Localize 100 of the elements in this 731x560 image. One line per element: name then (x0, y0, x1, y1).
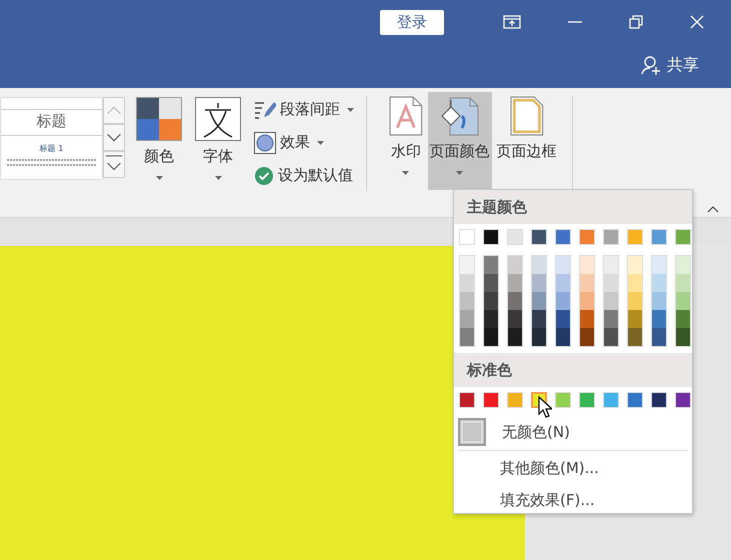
color-swatch[interactable] (508, 274, 522, 292)
color-swatch[interactable] (676, 274, 690, 292)
color-swatch[interactable] (652, 256, 666, 274)
color-swatch[interactable] (580, 274, 594, 292)
color-swatch[interactable] (676, 256, 690, 274)
color-swatch[interactable] (675, 392, 691, 408)
color-swatch[interactable] (603, 229, 619, 245)
color-swatch[interactable] (556, 256, 570, 274)
color-swatch[interactable] (676, 328, 690, 346)
colors-button[interactable]: 颜色 (136, 96, 182, 180)
color-swatch[interactable] (556, 328, 570, 346)
color-swatch[interactable] (604, 310, 618, 328)
color-swatch[interactable] (484, 292, 498, 310)
color-swatch[interactable] (676, 310, 690, 328)
ribbon-display-icon[interactable] (503, 15, 521, 29)
color-swatch[interactable] (627, 229, 643, 245)
color-swatch[interactable] (579, 229, 595, 245)
color-swatch[interactable] (556, 310, 570, 328)
color-swatch[interactable] (628, 274, 642, 292)
set-default-button[interactable]: 设为默认值 (252, 162, 356, 189)
color-swatch[interactable] (484, 328, 498, 346)
color-swatch[interactable] (531, 229, 547, 245)
add-person-icon (641, 55, 663, 75)
color-swatch[interactable] (651, 229, 667, 245)
scroll-down-icon[interactable] (103, 124, 125, 151)
close-icon[interactable] (690, 15, 704, 29)
more-styles-icon[interactable] (103, 151, 125, 178)
color-swatch[interactable] (604, 328, 618, 346)
color-swatch[interactable] (483, 392, 499, 408)
color-swatch[interactable] (652, 274, 666, 292)
color-swatch[interactable] (675, 229, 691, 245)
color-swatch[interactable] (532, 274, 546, 292)
color-swatch[interactable] (460, 292, 474, 310)
dropdown-caret-icon (156, 176, 162, 180)
check-circle-icon (254, 166, 274, 186)
color-swatch[interactable] (555, 392, 571, 408)
page-color-button[interactable]: 页面颜色 (428, 92, 492, 190)
color-swatch[interactable] (460, 310, 474, 328)
color-swatch[interactable] (460, 328, 474, 346)
menu-item[interactable]: 其他颜色(M)... (454, 453, 692, 483)
color-swatch[interactable] (627, 392, 643, 408)
watermark-button[interactable]: 水印 (387, 92, 425, 190)
color-swatch[interactable] (579, 392, 595, 408)
color-swatch[interactable] (507, 392, 523, 408)
color-swatch[interactable] (580, 292, 594, 310)
color-swatch[interactable] (604, 292, 618, 310)
paragraph-spacing-button[interactable]: 段落间距 (252, 96, 356, 123)
color-swatch[interactable] (459, 392, 475, 408)
color-swatch[interactable] (652, 328, 666, 346)
color-swatch[interactable] (556, 292, 570, 310)
color-swatch[interactable] (580, 256, 594, 274)
color-swatch[interactable] (676, 292, 690, 310)
character-icon (195, 97, 241, 141)
color-swatch[interactable] (580, 328, 594, 346)
color-swatch[interactable] (484, 256, 498, 274)
color-swatch[interactable] (508, 328, 522, 346)
collapse-ribbon-icon[interactable] (707, 206, 719, 213)
color-swatch[interactable] (628, 256, 642, 274)
color-swatch[interactable] (628, 328, 642, 346)
color-swatch[interactable] (532, 310, 546, 328)
color-swatch[interactable] (483, 229, 499, 245)
color-swatch[interactable] (604, 274, 618, 292)
color-swatch[interactable] (460, 274, 474, 292)
spacing-brush-icon (254, 100, 276, 120)
share-button[interactable]: 共享 (641, 54, 699, 76)
color-swatch[interactable] (460, 256, 474, 274)
color-swatch[interactable] (508, 292, 522, 310)
mouse-pointer-icon (538, 396, 552, 418)
color-swatch[interactable] (507, 229, 523, 245)
effects-button[interactable]: 效果 (252, 129, 356, 156)
color-swatch[interactable] (652, 292, 666, 310)
page-border-icon (510, 96, 544, 136)
fonts-button[interactable]: 字体 (195, 96, 241, 180)
color-swatch[interactable] (484, 310, 498, 328)
restore-icon[interactable] (629, 15, 643, 29)
circle-icon (254, 132, 276, 154)
color-swatch[interactable] (508, 310, 522, 328)
page-borders-button[interactable]: 页面边框 (494, 92, 559, 190)
empty-swatch-icon (458, 418, 486, 446)
color-swatch[interactable] (628, 292, 642, 310)
color-swatch[interactable] (532, 256, 546, 274)
color-swatch[interactable] (459, 229, 475, 245)
color-swatch[interactable] (556, 274, 570, 292)
color-swatch[interactable] (652, 310, 666, 328)
color-swatch[interactable] (532, 292, 546, 310)
document-letter-icon (389, 96, 423, 136)
color-swatch[interactable] (508, 256, 522, 274)
menu-item[interactable]: 填充效果(F)... (454, 485, 692, 515)
no-color-item[interactable]: 无颜色(N) (454, 413, 692, 447)
color-swatch[interactable] (603, 392, 619, 408)
color-swatch[interactable] (651, 392, 667, 408)
color-swatch[interactable] (628, 310, 642, 328)
color-swatch[interactable] (555, 229, 571, 245)
sign-in-button[interactable]: 登录 (380, 10, 444, 34)
color-swatch[interactable] (580, 310, 594, 328)
gallery-subheading: 标题 1 (40, 143, 64, 154)
color-swatch[interactable] (532, 328, 546, 346)
color-swatch[interactable] (604, 256, 618, 274)
color-swatch[interactable] (484, 274, 498, 292)
style-gallery[interactable]: 标题 标题 1 (0, 97, 103, 180)
